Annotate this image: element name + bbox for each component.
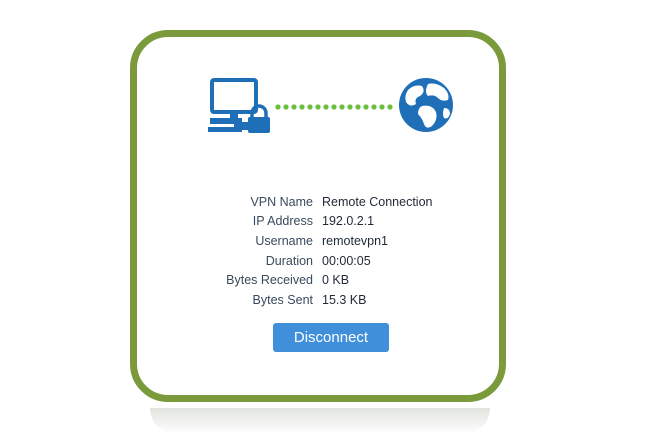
connection-diagram — [208, 78, 453, 133]
globe-icon — [399, 78, 453, 132]
duration-value: 00:00:05 — [322, 253, 371, 268]
detail-row-ip-address: IP Address 192.0.2.1 — [210, 212, 480, 232]
username-label: Username — [255, 233, 313, 248]
vpn-name-value: Remote Connection — [322, 194, 433, 209]
vpn-status-stage: VPN Name Remote Connection IP Address 19… — [0, 0, 670, 442]
detail-row-bytes-sent: Bytes Sent 15.3 KB — [210, 290, 480, 310]
ip-address-value: 192.0.2.1 — [322, 214, 375, 229]
panel-reflection — [150, 408, 490, 434]
dotted-connection-line — [275, 104, 393, 110]
connection-details: VPN Name Remote Connection IP Address 19… — [210, 192, 480, 310]
detail-row-bytes-received: Bytes Received 0 KB — [210, 270, 480, 290]
vpn-name-label: VPN Name — [250, 194, 313, 209]
detail-row-duration: Duration 00:00:05 — [210, 251, 480, 271]
bytes-sent-value: 15.3 KB — [322, 292, 367, 307]
username-value: remotevpn1 — [322, 233, 389, 248]
bytes-sent-label: Bytes Sent — [252, 292, 313, 307]
detail-row-vpn-name: VPN Name Remote Connection — [210, 192, 480, 212]
detail-row-username: Username remotevpn1 — [210, 231, 480, 251]
duration-label: Duration — [265, 253, 313, 268]
ip-address-label: IP Address — [252, 214, 313, 229]
bytes-received-value: 0 KB — [322, 273, 350, 288]
bytes-received-label: Bytes Received — [226, 273, 313, 288]
computer-lock-icon — [208, 78, 270, 133]
disconnect-button[interactable]: Disconnect — [273, 323, 389, 352]
